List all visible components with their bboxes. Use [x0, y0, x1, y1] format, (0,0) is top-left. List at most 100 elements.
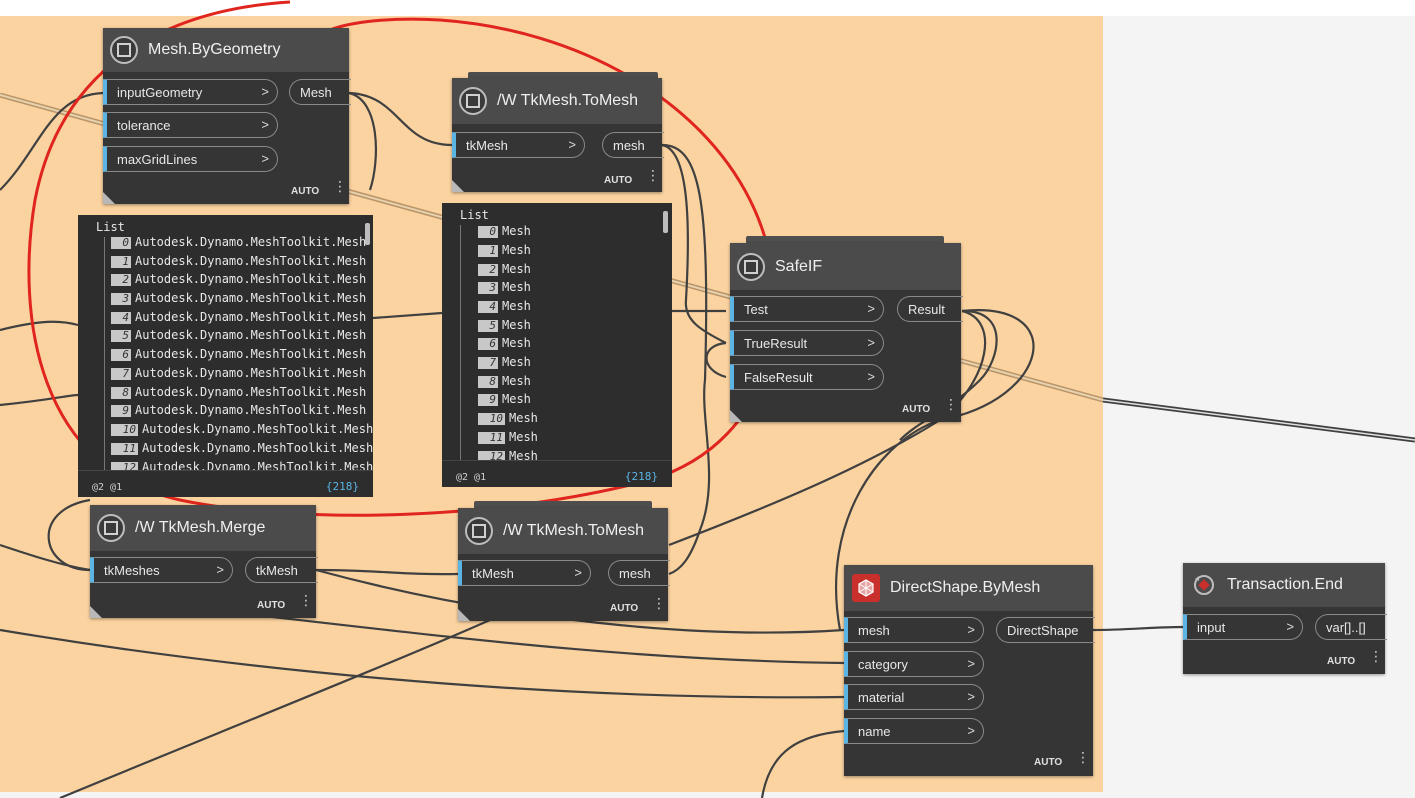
preview-row: 11 Mesh: [478, 428, 538, 446]
custom-node-icon: [110, 36, 138, 64]
preview-row: 0 Mesh: [478, 222, 531, 240]
preview-row: 8 Mesh: [478, 372, 531, 390]
node-menu-icon[interactable]: ⋮: [944, 397, 958, 411]
input-port-falseresult[interactable]: FalseResult >: [730, 364, 884, 390]
node-title: SafeIF: [775, 257, 823, 275]
chevron-right-icon: >: [261, 151, 269, 166]
preview-count: {218}: [325, 480, 359, 493]
node-mesh-by-geometry[interactable]: Mesh.ByGeometry inputGeometry > tolerance…: [103, 28, 351, 204]
port-label: mesh: [858, 622, 890, 638]
port-label: tkMesh: [256, 562, 298, 578]
node-tkmesh-tomesh-1[interactable]: /W TkMesh.ToMesh tkMesh > mesh AUTO ⋮: [452, 78, 664, 192]
input-port-test[interactable]: Test >: [730, 296, 884, 322]
port-label: name: [858, 723, 891, 739]
input-port-tkmesh[interactable]: tkMesh >: [452, 132, 585, 158]
port-label: maxGridLines: [117, 151, 198, 167]
port-label: mesh: [613, 137, 645, 153]
port-label: DirectShape: [1007, 622, 1079, 638]
output-port-mesh[interactable]: mesh: [602, 132, 664, 158]
node-header[interactable]: Transaction.End: [1183, 563, 1385, 607]
node-header[interactable]: SafeIF: [730, 243, 961, 290]
chevron-right-icon: >: [867, 369, 875, 384]
input-port-tkmeshes[interactable]: tkMeshes >: [90, 557, 233, 583]
port-label: category: [858, 656, 908, 672]
preview-bubble-left[interactable]: List 0 Autodesk.Dynamo.MeshToolkit.Mesh 1…: [78, 215, 373, 497]
preview-row: 7 Mesh: [478, 353, 531, 371]
preview-row: 0 Autodesk.Dynamo.MeshToolkit.Mesh: [111, 233, 366, 251]
preview-row: 1 Autodesk.Dynamo.MeshToolkit.Mesh: [111, 252, 366, 270]
top-strip: [0, 0, 1415, 16]
input-port-trueresult[interactable]: TrueResult >: [730, 330, 884, 356]
node-menu-icon[interactable]: ⋮: [1369, 649, 1383, 663]
port-label: inputGeometry: [117, 84, 203, 100]
output-port-var[interactable]: var[]..[]: [1315, 614, 1387, 640]
node-header[interactable]: /W TkMesh.ToMesh: [452, 78, 662, 124]
node-menu-icon[interactable]: ⋮: [652, 596, 666, 610]
node-title: DirectShape.ByMesh: [890, 579, 1041, 596]
resize-corner[interactable]: [458, 609, 470, 621]
node-header[interactable]: DirectShape.ByMesh: [844, 565, 1093, 611]
port-label: TrueResult: [744, 335, 808, 351]
port-label: Test: [744, 301, 768, 317]
node-menu-icon[interactable]: ⋮: [333, 179, 347, 193]
preview-row: 10 Mesh: [478, 409, 538, 427]
preview-scrollbar[interactable]: [663, 211, 668, 233]
lacing-label: AUTO: [902, 404, 931, 415]
node-tkmesh-tomesh-2[interactable]: /W TkMesh.ToMesh tkMesh > mesh AUTO ⋮: [458, 508, 670, 621]
output-port-mesh[interactable]: mesh: [608, 560, 670, 586]
resize-corner[interactable]: [452, 180, 464, 192]
node-menu-icon[interactable]: ⋮: [646, 168, 660, 182]
output-port-directshape[interactable]: DirectShape: [996, 617, 1095, 643]
preview-row: 5 Mesh: [478, 316, 531, 334]
preview-row: 4 Autodesk.Dynamo.MeshToolkit.Mesh: [111, 308, 366, 326]
node-transaction-end[interactable]: Transaction.End input > var[]..[] AUTO ⋮: [1183, 563, 1387, 674]
resize-corner[interactable]: [103, 192, 115, 204]
input-port-name[interactable]: name >: [844, 718, 984, 744]
output-port-result[interactable]: Result: [897, 296, 963, 322]
input-port-category[interactable]: category >: [844, 651, 984, 677]
revit-directshape-icon: [852, 574, 880, 602]
node-header[interactable]: /W TkMesh.Merge: [90, 505, 316, 551]
node-title: Mesh.ByGeometry: [148, 41, 281, 58]
node-safeif[interactable]: SafeIF Test > TrueResult > FalseResult > Re…: [730, 243, 963, 422]
chevron-right-icon: >: [261, 84, 269, 99]
resize-corner[interactable]: [90, 606, 102, 618]
port-label: tkMesh: [466, 137, 508, 153]
chevron-right-icon: >: [867, 335, 875, 350]
custom-node-icon: [459, 87, 487, 115]
preview-bubble-right[interactable]: List 0 Mesh 1 Mesh 2 Mesh 3 Mesh 4 Mesh 5 Mesh…: [442, 203, 672, 487]
preview-list-label: List: [460, 208, 489, 222]
input-port-input[interactable]: input >: [1183, 614, 1303, 640]
preview-row: 7 Autodesk.Dynamo.MeshToolkit.Mesh: [111, 364, 366, 382]
output-port-tkmesh[interactable]: tkMesh: [245, 557, 318, 583]
input-port-mesh[interactable]: mesh >: [844, 617, 984, 643]
output-port-mesh[interactable]: Mesh: [289, 79, 351, 105]
preview-levels: @2 @1: [456, 472, 487, 483]
preview-row: 9 Autodesk.Dynamo.MeshToolkit.Mesh: [111, 401, 366, 419]
preview-row: 2 Mesh: [478, 260, 531, 278]
node-tkmesh-merge[interactable]: /W TkMesh.Merge tkMeshes > tkMesh AUTO ⋮: [90, 505, 318, 618]
port-label: input: [1197, 619, 1226, 635]
lacing-label: AUTO: [1034, 757, 1063, 768]
node-menu-icon[interactable]: ⋮: [299, 593, 313, 607]
input-port-tolerance[interactable]: tolerance >: [103, 112, 278, 138]
input-port-inputgeometry[interactable]: inputGeometry >: [103, 79, 278, 105]
node-title: /W TkMesh.ToMesh: [497, 92, 639, 109]
node-directshape-bymesh[interactable]: DirectShape.ByMesh mesh > category > mater…: [844, 565, 1095, 776]
node-title: /W TkMesh.ToMesh: [503, 522, 645, 539]
chevron-right-icon: >: [568, 137, 576, 152]
input-port-material[interactable]: material >: [844, 684, 984, 710]
preview-row: 11 Autodesk.Dynamo.MeshToolkit.Mesh: [111, 439, 373, 457]
preview-row: 10 Autodesk.Dynamo.MeshToolkit.Mesh: [111, 420, 373, 438]
node-title: /W TkMesh.Merge: [135, 519, 266, 536]
transaction-icon: [1191, 572, 1217, 598]
lacing-label: AUTO: [604, 175, 633, 186]
input-port-tkmesh[interactable]: tkMesh >: [458, 560, 591, 586]
chevron-right-icon: >: [867, 301, 875, 316]
node-header[interactable]: /W TkMesh.ToMesh: [458, 508, 668, 554]
node-header[interactable]: Mesh.ByGeometry: [103, 28, 349, 72]
input-port-maxgridlines[interactable]: maxGridLines >: [103, 146, 278, 172]
resize-corner[interactable]: [730, 410, 742, 422]
node-menu-icon[interactable]: ⋮: [1076, 750, 1090, 764]
preview-row: 6 Mesh: [478, 334, 531, 352]
